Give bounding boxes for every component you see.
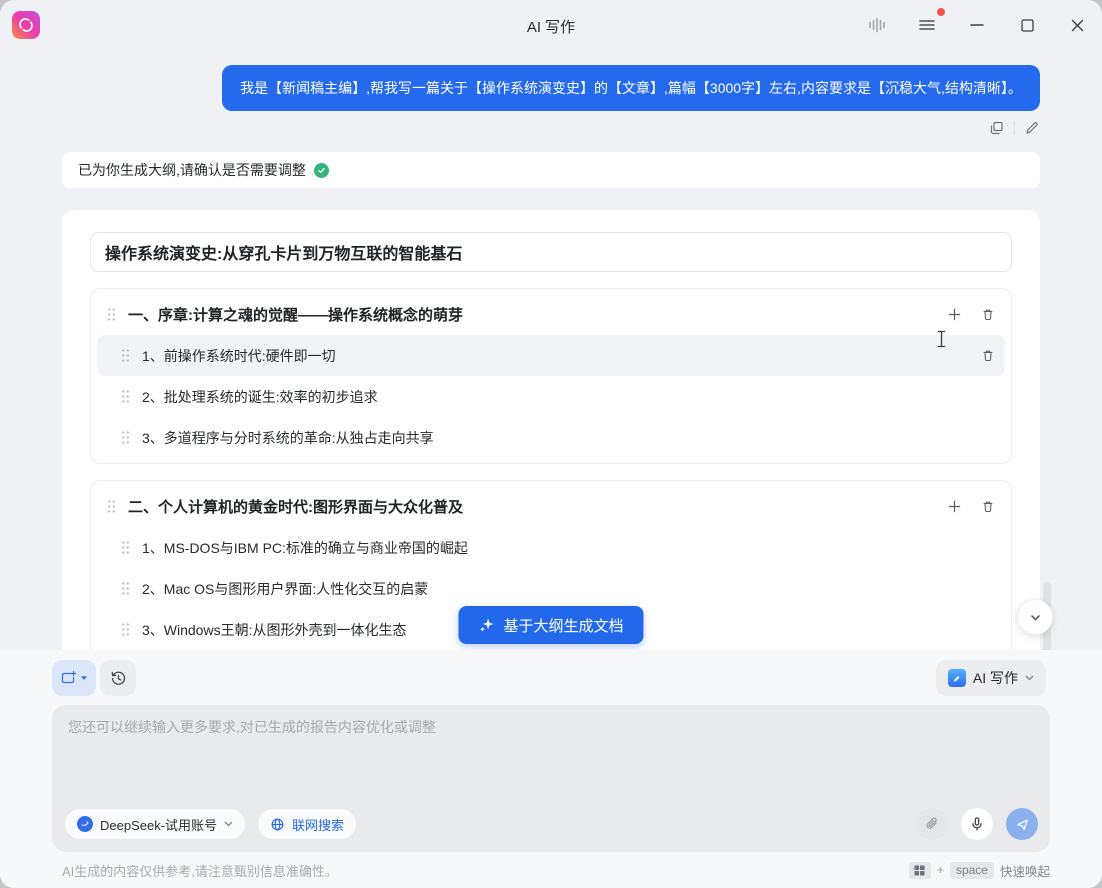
model-label: DeepSeek-试用账号 (100, 815, 217, 834)
composer-panel: AI 写作 DeepSeek-试用账号 (0, 650, 1102, 888)
microphone-icon (969, 816, 985, 832)
composer-input-box: DeepSeek-试用账号 联网搜索 (52, 705, 1050, 852)
sparkle-icon (478, 617, 494, 633)
voice-input-button[interactable] (961, 808, 993, 840)
drag-handle-icon[interactable] (121, 348, 130, 363)
delete-item-icon[interactable] (981, 348, 995, 363)
generate-document-button[interactable]: 基于大纲生成文档 (458, 606, 643, 644)
history-button[interactable] (100, 660, 136, 696)
attach-button[interactable] (916, 808, 948, 840)
shortcut-hint: + space 快速唤起 (909, 861, 1050, 880)
new-conversation-button[interactable] (52, 660, 96, 696)
copy-icon[interactable] (989, 120, 1005, 136)
app-window: AI 写作 (0, 0, 1102, 888)
globe-icon (270, 817, 285, 832)
ai-writing-icon (948, 669, 966, 687)
outline-item-text: 2、批处理系统的诞生:效率的初步追求 (142, 387, 378, 407)
outline-section-1: 一、序章:计算之魂的觉醒——操作系统概念的萌芽 (90, 288, 1012, 464)
edit-icon[interactable] (1024, 120, 1040, 136)
add-item-icon[interactable] (947, 499, 962, 514)
drag-handle-icon[interactable] (121, 540, 130, 555)
assistant-status-card: 已为你生成大纲,请确认是否需要调整 (62, 152, 1040, 188)
delete-section-icon[interactable] (981, 307, 995, 322)
history-icon (110, 670, 127, 687)
success-check-icon (314, 163, 329, 178)
new-chat-icon (60, 670, 77, 687)
disclaimer-text: AI生成的内容仅供参考,请注意甄别信息准确性。 (62, 861, 338, 880)
add-item-icon[interactable] (947, 307, 962, 322)
composer-actions (916, 808, 1038, 840)
outline-heading-row[interactable]: 二、个人计算机的黄金时代:图形界面与大众化普及 (97, 486, 1005, 527)
user-message-text: 我是【新闻稿主编】,帮我写一篇关于【操作系统演变史】的【文章】,篇幅【3000字… (240, 78, 1022, 98)
divider (1014, 121, 1015, 135)
minimize-button[interactable] (963, 11, 991, 39)
outline-item-row[interactable]: 1、前操作系统时代:硬件即一切 (97, 335, 1005, 376)
outline-heading-text: 一、序章:计算之魂的觉醒——操作系统概念的萌芽 (128, 304, 463, 325)
message-input[interactable] (68, 717, 1034, 775)
web-search-label: 联网搜索 (292, 815, 344, 834)
notification-dot (937, 8, 945, 16)
chat-area: 我是【新闻稿主编】,帮我写一篇关于【操作系统演变史】的【文章】,篇幅【3000字… (0, 50, 1102, 650)
drag-handle-icon[interactable] (121, 622, 130, 637)
outline-item-text: 2、Mac OS与图形用户界面:人性化交互的启蒙 (142, 579, 428, 599)
voice-wave-icon[interactable] (863, 11, 891, 39)
close-button[interactable] (1063, 11, 1091, 39)
window-surface: AI 写作 (0, 0, 1102, 888)
web-search-toggle[interactable]: 联网搜索 (258, 809, 356, 839)
outline-item-row[interactable]: 3、多道程序与分时系统的革命:从独占走向共享 (97, 417, 1005, 458)
footer-bar: AI生成的内容仅供参考,请注意甄别信息准确性。 + space 快速唤起 (62, 858, 1050, 882)
send-button[interactable] (1006, 808, 1038, 840)
text-cursor (936, 330, 947, 348)
outline-item-text: 3、多道程序与分时系统的革命:从独占走向共享 (142, 428, 434, 448)
space-key-badge: space (950, 862, 994, 879)
status-text: 已为你生成大纲,请确认是否需要调整 (78, 160, 306, 180)
user-message-bubble: 我是【新闻稿主编】,帮我写一篇关于【操作系统演变史】的【文章】,篇幅【3000字… (222, 65, 1040, 111)
model-selector-button[interactable]: DeepSeek-试用账号 (65, 809, 245, 839)
outline-card: 一、序章:计算之魂的觉醒——操作系统概念的萌芽 (62, 210, 1040, 650)
drag-handle-icon[interactable] (121, 389, 130, 404)
outline-heading-row[interactable]: 一、序章:计算之魂的觉醒——操作系统概念的萌芽 (97, 294, 1005, 335)
windows-key-icon (909, 862, 931, 879)
shortcut-label: 快速唤起 (1000, 861, 1050, 880)
drag-handle-icon[interactable] (107, 499, 116, 514)
outline-title-input[interactable] (90, 232, 1012, 272)
drag-handle-icon[interactable] (121, 581, 130, 596)
drag-handle-icon[interactable] (121, 430, 130, 445)
scroll-to-bottom-button[interactable] (1017, 599, 1053, 635)
menu-button[interactable] (913, 11, 941, 39)
caret-down-icon (80, 675, 88, 681)
outline-item-row[interactable]: 2、批处理系统的诞生:效率的初步追求 (97, 376, 1005, 417)
chevron-down-icon (224, 821, 233, 827)
outline-item-text: 1、MS-DOS与IBM PC:标准的确立与商业帝国的崛起 (142, 538, 468, 558)
outline-item-text: 3、Windows王朝:从图形外壳到一体化生态 (142, 620, 406, 640)
paperclip-icon (924, 816, 940, 832)
outline-item-row[interactable]: 1、MS-DOS与IBM PC:标准的确立与商业帝国的崛起 (97, 527, 1005, 568)
send-icon (1015, 817, 1030, 832)
message-actions (989, 120, 1040, 136)
chevron-down-icon (1025, 675, 1034, 681)
delete-section-icon[interactable] (981, 499, 995, 514)
mode-selector-button[interactable]: AI 写作 (936, 660, 1046, 696)
generate-button-label: 基于大纲生成文档 (503, 615, 623, 636)
outline-item-text: 1、前操作系统时代:硬件即一切 (142, 346, 336, 366)
outline-item-row[interactable]: 2、Mac OS与图形用户界面:人性化交互的启蒙 (97, 568, 1005, 609)
mode-label: AI 写作 (973, 668, 1018, 688)
plus-text: + (937, 863, 944, 877)
maximize-button[interactable] (1013, 11, 1041, 39)
composer-options: DeepSeek-试用账号 联网搜索 (65, 809, 356, 839)
outline-heading-text: 二、个人计算机的黄金时代:图形界面与大众化普及 (128, 496, 463, 517)
deepseek-icon (77, 816, 93, 832)
title-bar: AI 写作 (0, 0, 1102, 50)
drag-handle-icon[interactable] (107, 307, 116, 322)
